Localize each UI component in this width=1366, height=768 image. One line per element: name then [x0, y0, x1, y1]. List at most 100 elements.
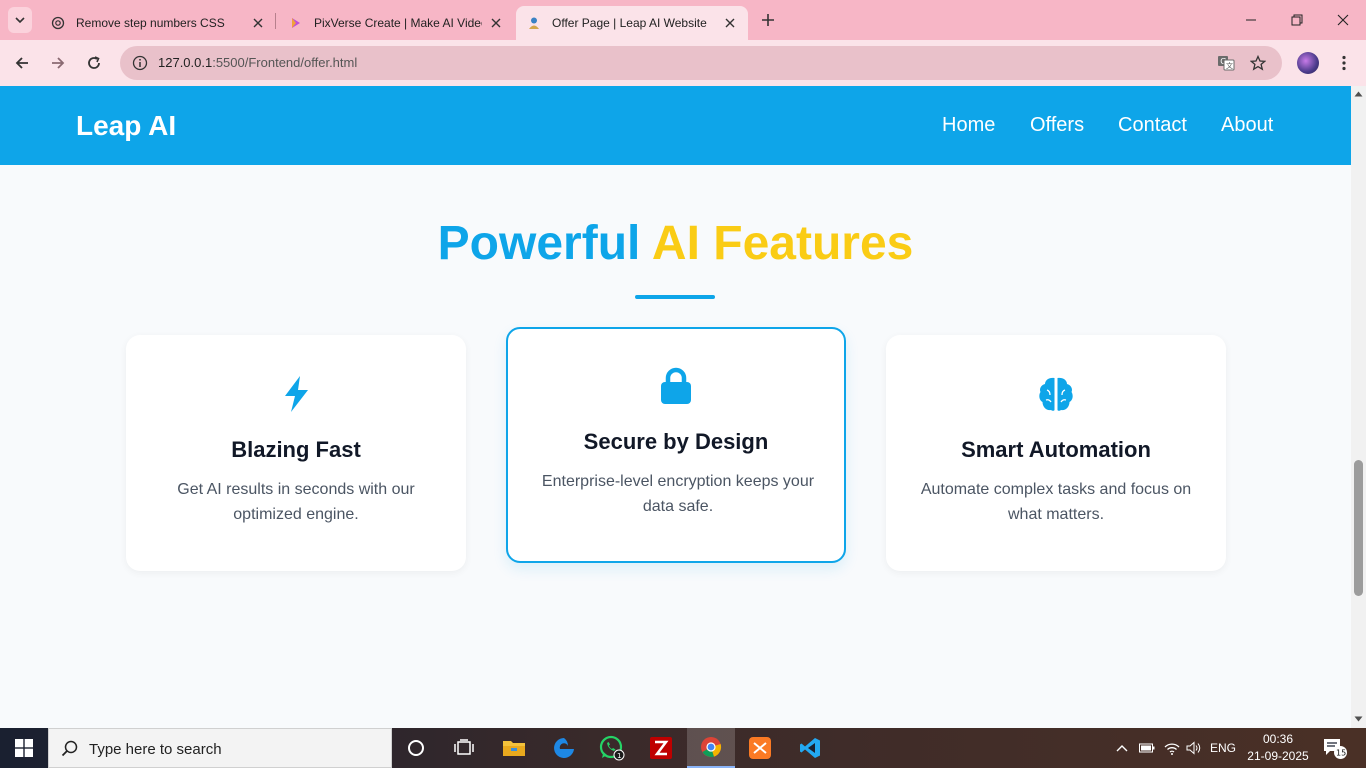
url-text[interactable]: 127.0.0.1:5500/Frontend/offer.html	[158, 55, 357, 70]
volume-icon[interactable]	[1184, 728, 1204, 768]
leap-ai-icon	[526, 15, 542, 31]
battery-icon[interactable]	[1136, 728, 1158, 768]
chevron-down-icon	[15, 17, 25, 24]
cortana-button[interactable]	[392, 728, 440, 768]
nav-about[interactable]: About	[1221, 114, 1273, 137]
file-explorer-app[interactable]	[490, 728, 538, 768]
close-icon	[1337, 14, 1349, 26]
clock[interactable]: 00:36 21-09-2025	[1244, 731, 1312, 765]
notification-count: 15	[1336, 749, 1346, 758]
chrome-icon	[701, 737, 722, 758]
nav-offers[interactable]: Offers	[1030, 114, 1084, 137]
language-indicator[interactable]: ENG	[1206, 728, 1240, 768]
url-path: :5500/Frontend/offer.html	[212, 55, 358, 70]
wifi-icon[interactable]	[1160, 728, 1184, 768]
address-bar[interactable]: 127.0.0.1:5500/Frontend/offer.html G文	[120, 46, 1282, 80]
feature-text: Get AI results in seconds with our optim…	[177, 481, 415, 523]
windows-logo-icon	[15, 739, 33, 757]
url-host: 127.0.0.1	[158, 55, 213, 70]
title-underline	[635, 295, 715, 299]
close-tab-icon[interactable]	[488, 15, 504, 31]
profile-avatar[interactable]	[1297, 52, 1319, 74]
xampp-icon	[749, 737, 771, 759]
edge-app[interactable]	[540, 728, 588, 768]
section-title: Powerful AI Features	[0, 216, 1351, 271]
xampp-app[interactable]	[736, 728, 784, 768]
close-tab-icon[interactable]	[250, 15, 266, 31]
feature-card-smart-automation: Smart Automation Automate complex tasks …	[886, 335, 1226, 571]
whatsapp-icon: 1	[599, 735, 625, 761]
arrow-right-icon	[52, 57, 65, 69]
scroll-down-icon[interactable]	[1354, 714, 1363, 723]
tab-separator	[275, 13, 276, 29]
notification-center-button[interactable]: 15	[1318, 728, 1352, 768]
scroll-up-icon[interactable]	[1354, 89, 1363, 98]
menu-button[interactable]	[1330, 49, 1358, 77]
site-info-icon[interactable]	[128, 51, 152, 75]
chrome-app[interactable]	[687, 728, 735, 768]
svg-text:文: 文	[1226, 61, 1233, 70]
folder-icon	[503, 741, 525, 756]
notification-icon: 15	[1324, 739, 1347, 759]
cortana-circle-icon	[408, 740, 424, 756]
browser-tab-bar: Remove step numbers CSS PixVerse Create …	[0, 0, 1366, 40]
plus-icon	[762, 14, 774, 26]
tab-title: Remove step numbers CSS	[76, 16, 225, 30]
site-navbar: Leap AI Home Offers Contact About	[0, 86, 1351, 165]
tab-title: PixVerse Create | Make AI Video	[314, 16, 482, 30]
restore-icon	[1291, 14, 1303, 26]
site-logo[interactable]: Leap AI	[76, 110, 176, 142]
pixverse-icon	[288, 15, 304, 31]
bookmark-star-icon[interactable]	[1246, 51, 1270, 75]
arrow-left-icon	[15, 57, 28, 69]
section-title-part2: AI Features	[651, 217, 914, 270]
tab-remove-step-numbers[interactable]: Remove step numbers CSS	[40, 6, 276, 40]
search-icon	[61, 740, 78, 757]
feature-text: Enterprise-level encryption keeps your d…	[541, 473, 815, 515]
minimize-button[interactable]	[1228, 0, 1274, 40]
feature-title: Smart Automation	[961, 437, 1151, 462]
close-window-button[interactable]	[1320, 0, 1366, 40]
whatsapp-app[interactable]: 1	[588, 728, 636, 768]
tab-search-button[interactable]	[8, 7, 32, 33]
page-viewport: Leap AI Home Offers Contact About Powerf…	[0, 86, 1366, 728]
tab-title: Offer Page | Leap AI Website	[552, 16, 707, 30]
page-scrollbar[interactable]	[1351, 86, 1366, 728]
filezilla-icon	[650, 737, 672, 759]
lock-icon	[508, 367, 844, 405]
chatgpt-icon	[50, 15, 66, 31]
feature-title: Secure by Design	[583, 429, 769, 454]
chevron-up-icon	[1116, 745, 1128, 752]
browser-toolbar: 127.0.0.1:5500/Frontend/offer.html G文	[0, 40, 1366, 86]
filezilla-app[interactable]	[637, 728, 685, 768]
clock-date: 21-09-2025	[1247, 749, 1309, 763]
feature-card-blazing-fast: Blazing Fast Get AI results in seconds w…	[126, 335, 466, 571]
section-title-part1: Powerful	[437, 217, 641, 270]
lightning-bolt-icon	[126, 375, 466, 413]
forward-button[interactable]	[44, 49, 72, 77]
feature-card-secure-by-design: Secure by Design Enterprise-level encryp…	[506, 327, 846, 563]
clock-time: 00:36	[1262, 732, 1294, 746]
vscode-app[interactable]	[786, 728, 834, 768]
scrollbar-thumb[interactable]	[1354, 460, 1363, 596]
edge-icon	[554, 738, 574, 758]
back-button[interactable]	[8, 49, 36, 77]
reload-icon	[88, 56, 100, 69]
nav-contact[interactable]: Contact	[1118, 114, 1187, 137]
reload-button[interactable]	[80, 49, 108, 77]
tab-offer-page[interactable]: Offer Page | Leap AI Website	[516, 6, 748, 40]
tab-pixverse[interactable]: PixVerse Create | Make AI Video	[278, 6, 514, 40]
new-tab-button[interactable]	[756, 8, 780, 32]
translate-icon[interactable]: G文	[1214, 51, 1238, 75]
task-view-button[interactable]	[440, 728, 488, 768]
feature-text: Automate complex tasks and focus on what…	[920, 481, 1192, 523]
nav-home[interactable]: Home	[942, 114, 995, 137]
restore-button[interactable]	[1274, 0, 1320, 40]
whatsapp-badge: 1	[617, 752, 621, 760]
taskbar-search[interactable]: Type here to search	[48, 728, 392, 768]
close-tab-icon[interactable]	[722, 15, 738, 31]
start-button[interactable]	[0, 728, 48, 768]
more-vert-icon	[1342, 55, 1346, 71]
vscode-icon	[800, 738, 820, 758]
show-hidden-icons-button[interactable]	[1112, 728, 1132, 768]
